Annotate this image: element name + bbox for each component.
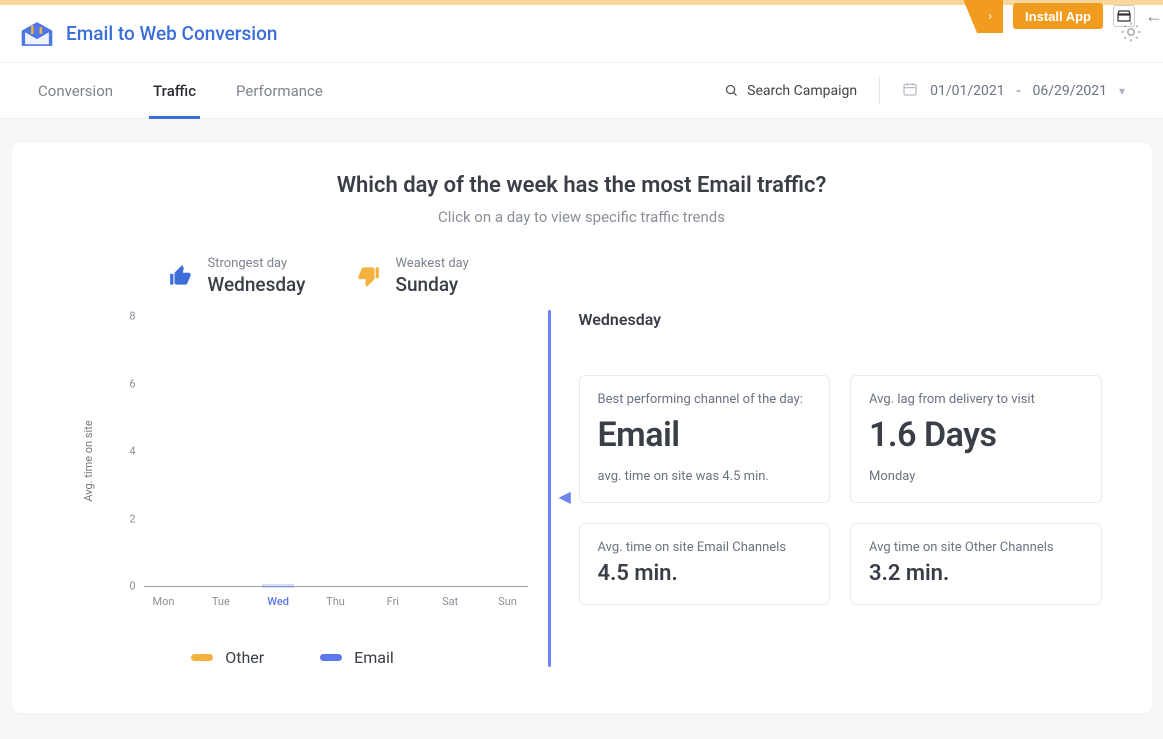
y-axis-label: Avg. time on site: [82, 420, 95, 501]
tab-traffic[interactable]: Traffic: [153, 63, 196, 118]
x-tick: Wed: [264, 595, 292, 608]
x-ticks: Mon Tue Wed Thu Fri Sat Sun: [150, 595, 522, 608]
weakest-day: Weakest day Sunday: [355, 256, 468, 296]
x-tick: Sat: [436, 595, 464, 608]
detail-day-title: Wednesday: [579, 310, 1102, 329]
card-title: Avg. time on site Email Channels: [598, 540, 812, 555]
chart-detail-split: Avg. time on site 0 2 4 6 8 Mon Tue Wed Thu Fri Sa…: [58, 306, 1106, 667]
traffic-panel: Which day of the week has the most Email…: [12, 143, 1152, 713]
tab-bar: Conversion Traffic Performance Search Ca…: [0, 63, 1163, 119]
card-footnote: avg. time on site was 4.5 min.: [598, 469, 812, 484]
card-value: 4.5 min.: [598, 561, 812, 586]
card-title: Best performing channel of the day:: [598, 392, 812, 407]
strongest-day: Strongest day Wednesday: [168, 256, 306, 296]
collapse-detail-icon[interactable]: ◀: [559, 487, 571, 506]
bar-groups: [150, 316, 522, 586]
chart-zone: Avg. time on site 0 2 4 6 8 Mon Tue Wed Thu Fri Sa…: [58, 306, 538, 667]
swatch-other-icon: [191, 654, 213, 661]
detail-zone: ◀ Wednesday Best performing channel of t…: [579, 306, 1106, 667]
strongest-value: Wednesday: [208, 273, 306, 296]
date-sep: -: [1017, 83, 1021, 99]
x-tick: Fri: [379, 595, 407, 608]
y-tick: 2: [110, 512, 136, 525]
settings-button[interactable]: [1119, 20, 1143, 48]
vertical-divider: [548, 310, 551, 667]
calendar-icon: [902, 81, 918, 101]
card-email-time: Avg. time on site Email Channels 4.5 min…: [579, 523, 831, 605]
weakest-value: Sunday: [395, 273, 468, 296]
card-avg-lag: Avg. lag from delivery to visit 1.6 Days…: [850, 375, 1102, 503]
bar-chart[interactable]: Avg. time on site 0 2 4 6 8 Mon Tue Wed Thu Fri Sa…: [58, 306, 528, 616]
app-title: Email to Web Conversion: [66, 22, 278, 45]
strongest-label: Strongest day: [208, 256, 306, 271]
date-from: 01/01/2021: [930, 83, 1005, 99]
y-tick: 8: [110, 310, 136, 323]
x-tick: Sun: [493, 595, 521, 608]
swatch-email-icon: [320, 654, 342, 661]
date-range-picker[interactable]: 01/01/2021 - 06/29/2021 ▾: [902, 81, 1125, 101]
date-to: 06/29/2021: [1032, 83, 1107, 99]
tab-conversion[interactable]: Conversion: [38, 63, 113, 118]
weakest-label: Weakest day: [395, 256, 468, 271]
legend-email[interactable]: Email: [320, 648, 394, 667]
x-tick: Tue: [207, 595, 235, 608]
card-value: 1.6 Days: [869, 415, 1083, 455]
card-value: Email: [598, 415, 812, 455]
app-header: Email to Web Conversion: [0, 5, 1163, 63]
card-other-time: Avg time on site Other Channels 3.2 min.: [850, 523, 1102, 605]
gear-icon: [1119, 20, 1143, 44]
search-campaign-label: Search Campaign: [747, 83, 857, 99]
x-tick: Mon: [150, 595, 178, 608]
card-title: Avg. lag from delivery to visit: [869, 392, 1083, 407]
y-tick: 4: [110, 445, 136, 458]
card-footnote: Monday: [869, 469, 1083, 484]
card-best-channel: Best performing channel of the day: Emai…: [579, 375, 831, 503]
y-tick: 6: [110, 377, 136, 390]
panel-title: Which day of the week has the most Email…: [58, 173, 1106, 198]
tab-performance[interactable]: Performance: [236, 63, 323, 118]
page-canvas: Which day of the week has the most Email…: [0, 119, 1163, 739]
stat-card-grid: Best performing channel of the day: Emai…: [579, 375, 1102, 605]
panel-subtitle: Click on a day to view specific traffic …: [58, 208, 1106, 226]
search-icon: [724, 83, 739, 98]
chart-legend: Other Email: [58, 648, 528, 667]
card-title: Avg time on site Other Channels: [869, 540, 1083, 555]
thumbs-down-icon: [355, 263, 381, 289]
legend-other[interactable]: Other: [191, 648, 264, 667]
thumbs-up-icon: [168, 263, 194, 289]
card-value: 3.2 min.: [869, 561, 1083, 586]
x-tick: Thu: [321, 595, 349, 608]
y-tick: 0: [110, 580, 136, 593]
chevron-down-icon: ▾: [1119, 84, 1125, 98]
strength-summary: Strongest day Wednesday Weakest day Sund…: [168, 256, 1106, 296]
app-logo-icon: [20, 20, 54, 48]
search-campaign-button[interactable]: Search Campaign: [724, 77, 880, 105]
